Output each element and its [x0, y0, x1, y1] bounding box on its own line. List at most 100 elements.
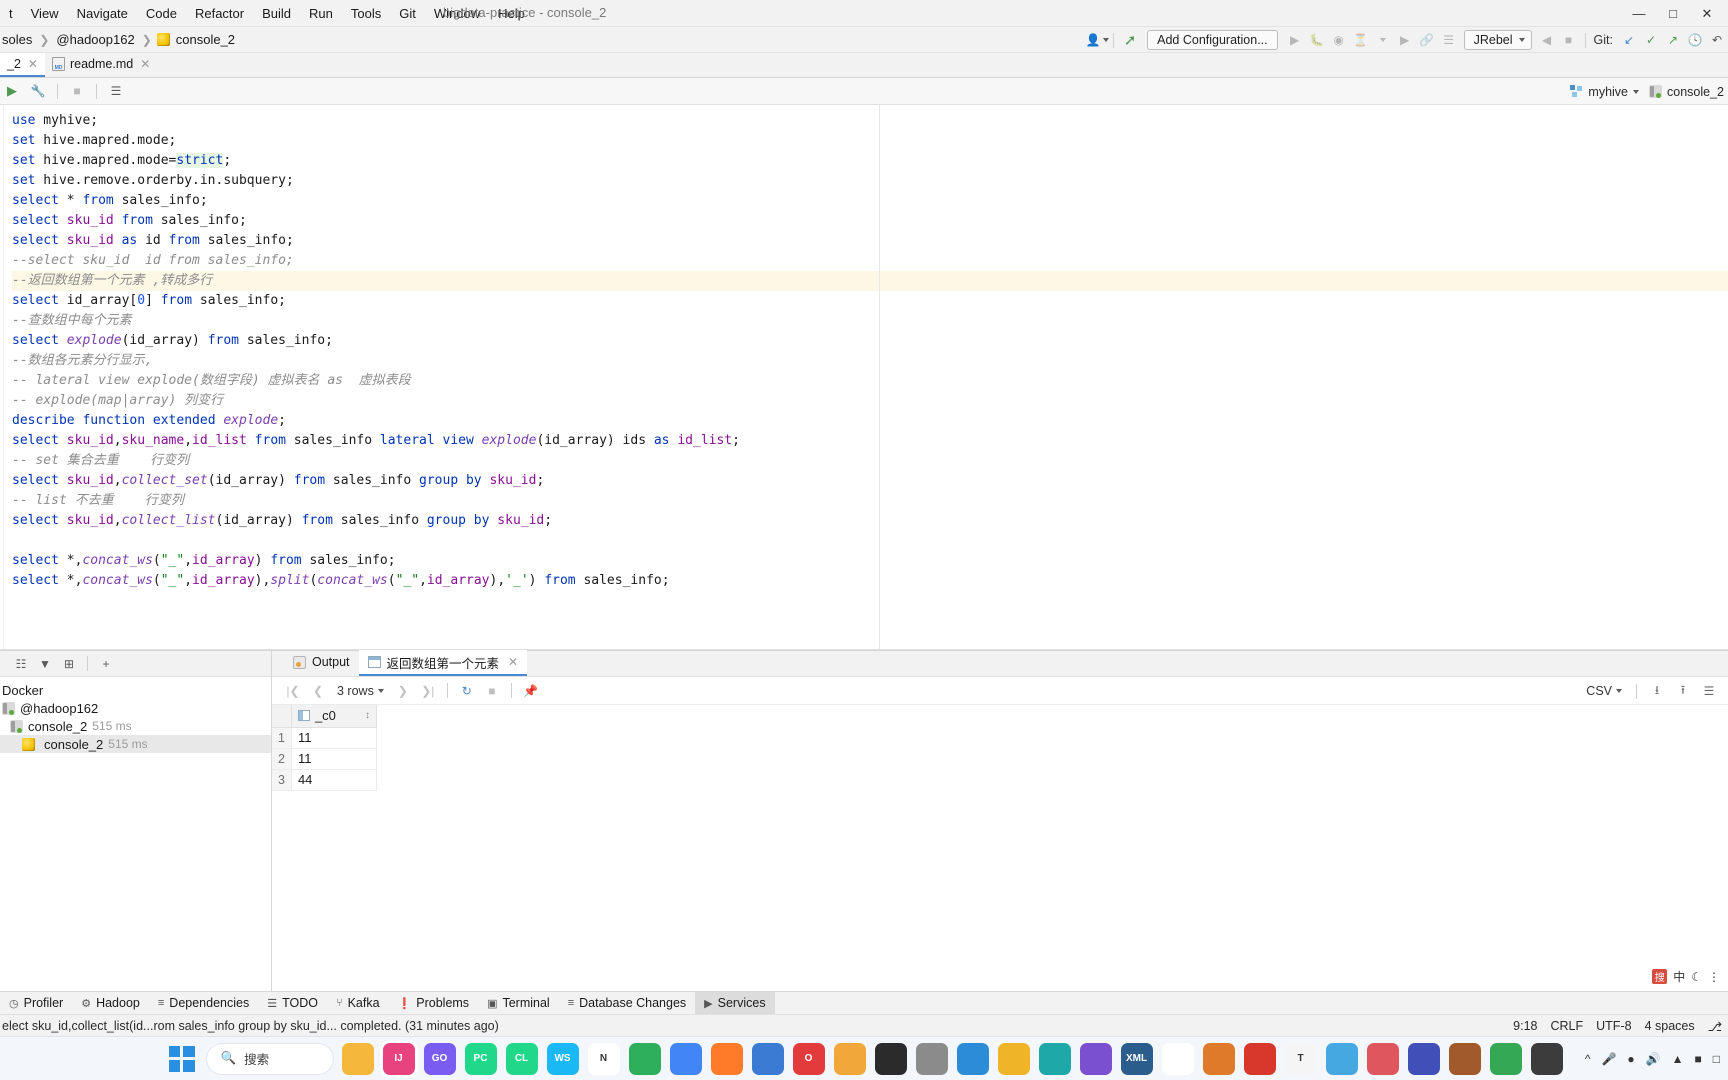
taskbar-app-typora-t[interactable]: T: [1284, 1042, 1317, 1075]
menu-code[interactable]: Code: [137, 3, 186, 24]
prev-page-icon[interactable]: ❮: [307, 681, 329, 701]
taskbar-app-opera[interactable]: O: [792, 1042, 825, 1075]
table-cell[interactable]: 44: [290, 768, 377, 791]
schema-selector[interactable]: myhive: [1570, 85, 1639, 99]
breadcrumb-item-consoles[interactable]: soles: [0, 31, 34, 48]
git-push-icon[interactable]: ↗: [1662, 29, 1684, 51]
indent-setting[interactable]: 4 spaces: [1645, 1019, 1695, 1033]
tab-readme[interactable]: readme.md ✕: [45, 52, 157, 77]
menu-file[interactable]: t: [0, 3, 22, 24]
run-alt-icon[interactable]: ▶: [1394, 29, 1416, 51]
taskbar-app-typora[interactable]: [997, 1042, 1030, 1075]
line-separator[interactable]: CRLF: [1550, 1019, 1583, 1033]
last-page-icon[interactable]: ❯|: [417, 681, 439, 701]
taskbar-app-app-dark[interactable]: [1530, 1042, 1563, 1075]
taskbar-app-app-orange[interactable]: [1202, 1042, 1235, 1075]
taskbar-app-goland[interactable]: GO: [423, 1042, 456, 1075]
taskbar-app-firefox[interactable]: [710, 1042, 743, 1075]
services-tree-item[interactable]: console_2 515 ms: [0, 735, 271, 753]
taskbar-app-xml-app[interactable]: XML: [1120, 1042, 1153, 1075]
toolwindow-profiler[interactable]: ◷ Profiler: [0, 992, 72, 1015]
taskbar-app-chrome2[interactable]: [1489, 1042, 1522, 1075]
taskbar-app-webstorm[interactable]: WS: [546, 1042, 579, 1075]
tray-expand-icon[interactable]: ^: [1585, 1052, 1591, 1066]
taskbar-app-app-sky[interactable]: [1325, 1042, 1358, 1075]
run-icon[interactable]: ▶: [1284, 29, 1306, 51]
taskbar-app-navicat[interactable]: N: [587, 1042, 620, 1075]
taskbar-app-app-grey[interactable]: [915, 1042, 948, 1075]
git-history-icon[interactable]: 🕓: [1684, 29, 1706, 51]
refresh-icon[interactable]: ↻: [456, 681, 478, 701]
toolwindow-kafka[interactable]: ⑂ Kafka: [327, 992, 389, 1015]
attach-process-icon[interactable]: 🔗: [1416, 29, 1438, 51]
settings-icon[interactable]: ☰: [1698, 681, 1720, 701]
tray-wifi-icon[interactable]: ▲: [1672, 1052, 1684, 1066]
build-hammer-icon[interactable]: ➚: [1119, 29, 1141, 51]
table-cell[interactable]: 11: [290, 726, 377, 749]
taskbar-app-app-brown[interactable]: [1448, 1042, 1481, 1075]
profile-icon[interactable]: ⏳: [1350, 29, 1372, 51]
toolwindow-terminal[interactable]: ▣ Terminal: [478, 992, 559, 1015]
services-tree-item[interactable]: @hadoop162: [0, 699, 271, 717]
taskbar-app-app-green[interactable]: [628, 1042, 661, 1075]
taskbar-app-app-indigo[interactable]: [1407, 1042, 1440, 1075]
services-tree[interactable]: Docker @hadoop162 console_2 515 ms console_2…: [0, 677, 271, 991]
stack-icon[interactable]: ☰: [1438, 29, 1460, 51]
column-header[interactable]: _c0 ↕: [290, 705, 377, 728]
tray-battery-icon[interactable]: ■: [1695, 1052, 1702, 1066]
tray-network-icon[interactable]: ●: [1627, 1052, 1634, 1066]
next-page-icon[interactable]: ❯: [392, 681, 414, 701]
start-button[interactable]: [166, 1043, 198, 1075]
git-rollback-icon[interactable]: ↶: [1706, 29, 1728, 51]
profile-dropdown-icon[interactable]: [1372, 29, 1394, 51]
breadcrumb-item-hadoop162[interactable]: @hadoop162: [54, 31, 136, 48]
git-commit-icon[interactable]: ✓: [1640, 29, 1662, 51]
services-tree-item[interactable]: console_2 515 ms: [0, 717, 271, 735]
taskbar-app-app-rose[interactable]: [1366, 1042, 1399, 1075]
add-configuration-button[interactable]: Add Configuration...: [1147, 30, 1278, 50]
close-icon[interactable]: ✕: [1690, 1, 1724, 27]
user-account-icon[interactable]: 👤: [1086, 29, 1109, 51]
services-tree-item[interactable]: Docker: [0, 681, 271, 699]
pin-tab-icon[interactable]: 📌: [520, 681, 542, 701]
wrench-icon[interactable]: 🔧: [26, 80, 50, 102]
toolwindow-services[interactable]: ▶ Services: [695, 991, 775, 1015]
toolwindow-dependencies[interactable]: ≡ Dependencies: [149, 992, 258, 1015]
ime-more-icon[interactable]: ⋮: [1708, 970, 1720, 984]
history-icon[interactable]: ☰: [104, 80, 128, 102]
sort-arrows-icon[interactable]: ↕: [365, 710, 370, 721]
taskbar-app-vscode[interactable]: [956, 1042, 989, 1075]
add-service-icon[interactable]: +: [95, 653, 117, 675]
code-editor[interactable]: use myhive; set hive.mapred.mode; set hive…: [0, 105, 1728, 650]
menu-view[interactable]: View: [22, 3, 68, 24]
git-branch-icon[interactable]: ⎇: [1708, 1019, 1722, 1034]
result-grid[interactable]: _c0 ↕ 1 11 2 11 3 44: [272, 705, 377, 791]
menu-navigate[interactable]: Navigate: [68, 3, 137, 24]
minimize-icon[interactable]: —: [1622, 1, 1656, 27]
result-grid-area[interactable]: _c0 ↕ 1 11 2 11 3 44 搜 中 ☾ ⋮: [272, 705, 1728, 991]
tray-notification-icon[interactable]: □: [1713, 1052, 1720, 1066]
group-by-icon[interactable]: ☷: [10, 653, 32, 675]
taskbar-app-app-purple[interactable]: [1079, 1042, 1112, 1075]
tray-mic-icon[interactable]: 🎤: [1601, 1052, 1616, 1066]
expand-all-icon[interactable]: ⊞: [58, 653, 80, 675]
tab-close-icon[interactable]: ✕: [28, 57, 38, 71]
toolwindow-database-changes[interactable]: ≡ Database Changes: [559, 992, 695, 1015]
download-icon[interactable]: ⭳: [1646, 681, 1668, 701]
tab-output[interactable]: Output: [284, 650, 359, 676]
tab-close-icon[interactable]: ✕: [508, 655, 518, 669]
rows-count-selector[interactable]: 3 rows: [332, 684, 389, 698]
stop-icon[interactable]: ■: [1558, 29, 1580, 51]
jrebel-run-icon[interactable]: ◀: [1536, 29, 1558, 51]
session-selector[interactable]: console_2: [1649, 85, 1724, 99]
caret-position[interactable]: 9:18: [1513, 1019, 1537, 1033]
taskbar-app-file-explorer[interactable]: [341, 1042, 374, 1075]
stop-query-icon[interactable]: ■: [65, 80, 89, 102]
table-row[interactable]: 2 11: [272, 747, 377, 770]
run-with-coverage-icon[interactable]: ◉: [1328, 29, 1350, 51]
jrebel-selector[interactable]: JRebel: [1463, 30, 1532, 50]
taskbar-app-intellij-idea[interactable]: IJ: [382, 1042, 415, 1075]
table-row[interactable]: 3 44: [272, 768, 377, 791]
menu-build[interactable]: Build: [253, 3, 300, 24]
cancel-query-icon[interactable]: ■: [481, 681, 503, 701]
